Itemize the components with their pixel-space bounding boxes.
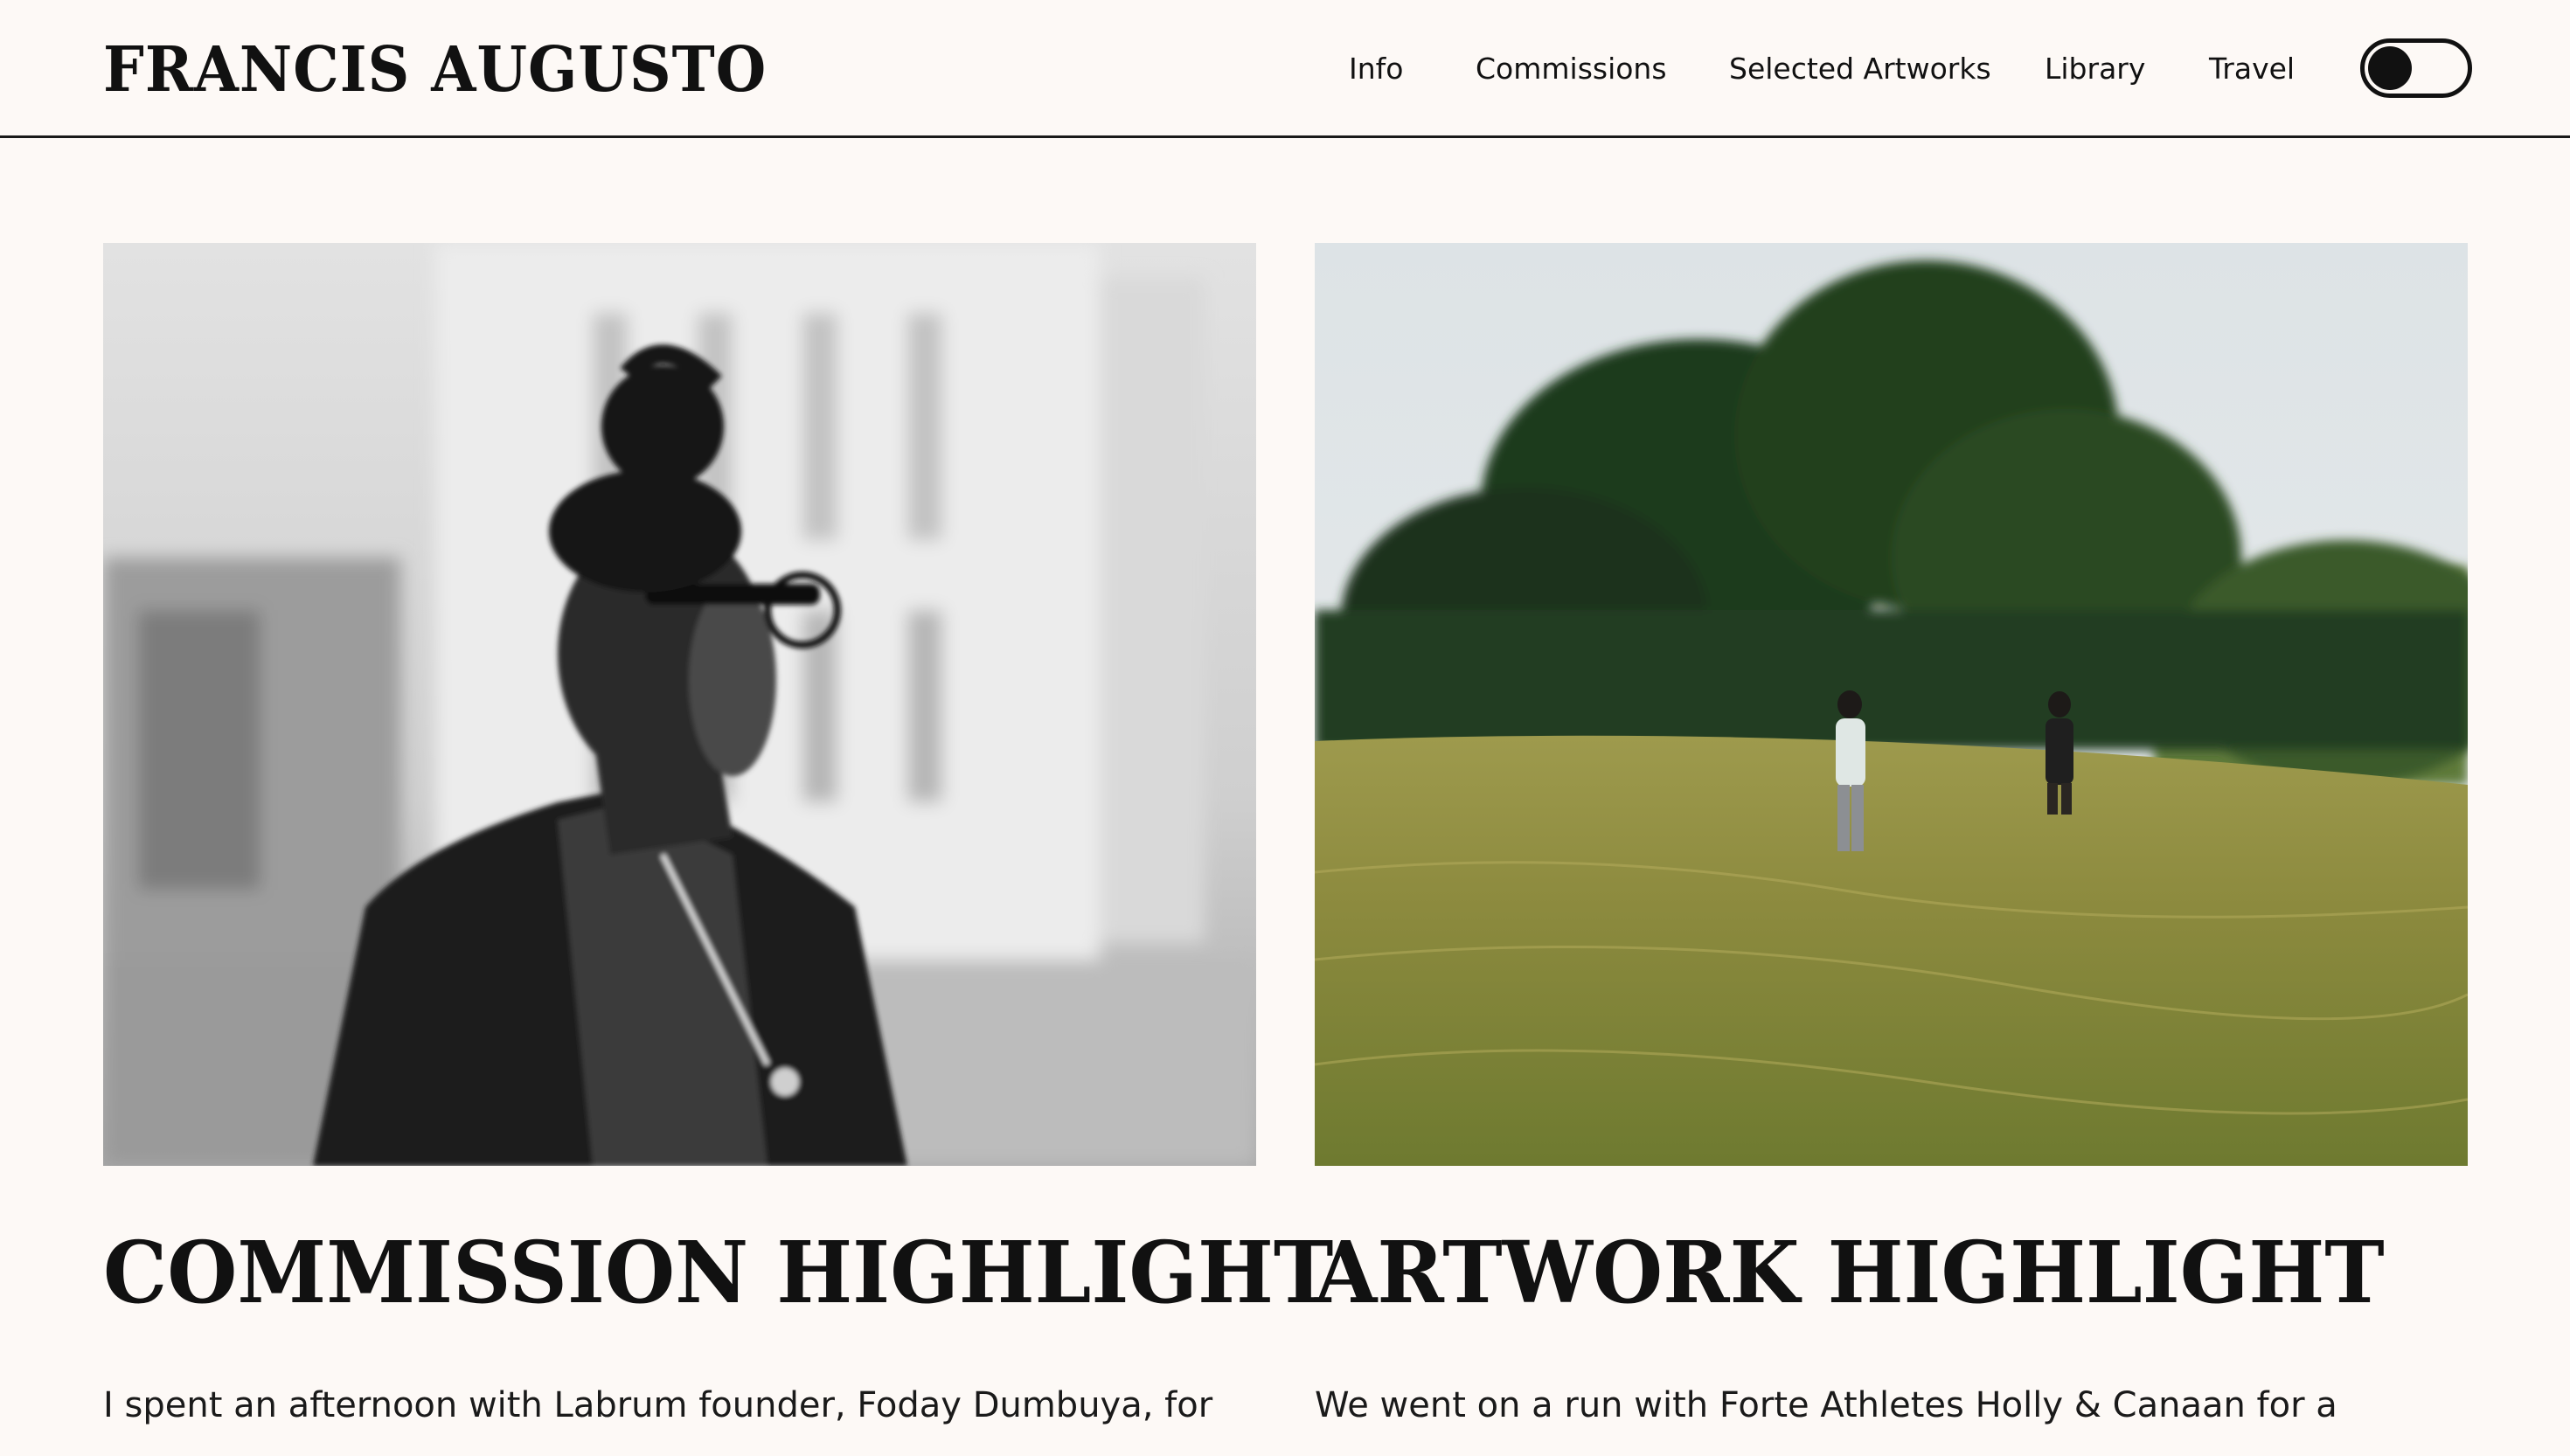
artwork-highlight-text: We went on a run with Forte Athletes Hol… — [1315, 1385, 2337, 1425]
nav-link-info[interactable]: Info — [1349, 40, 1403, 98]
commission-highlight-heading[interactable]: COMMISSION HIGHLIGHT — [103, 1224, 1333, 1321]
portrait-photo-icon — [103, 243, 1256, 1166]
page: FRANCIS AUGUSTO Info Commissions Selecte… — [0, 0, 2570, 1456]
commission-highlight-text: I spent an afternoon with Labrum founder… — [103, 1385, 1213, 1425]
nav-link-travel[interactable]: Travel — [2209, 40, 2295, 98]
artwork-highlight-card: ARTWORK HIGHLIGHT We went on a run with … — [1315, 243, 2468, 1425]
main-nav: Info Commissions Selected Artworks Libra… — [0, 40, 2570, 98]
toggle-knob-icon — [2368, 46, 2412, 90]
artwork-highlight-image[interactable] — [1315, 243, 2468, 1166]
commission-highlight-card: COMMISSION HIGHLIGHT I spent an afternoo… — [103, 243, 1333, 1425]
nav-link-selected-artworks[interactable]: Selected Artworks — [1729, 40, 1991, 98]
artwork-highlight-heading[interactable]: ARTWORK HIGHLIGHT — [1315, 1224, 2385, 1321]
theme-toggle-switch[interactable] — [2360, 38, 2472, 98]
site-header: FRANCIS AUGUSTO Info Commissions Selecte… — [0, 0, 2570, 138]
landscape-photo-icon — [1315, 243, 2468, 1166]
nav-link-library[interactable]: Library — [2045, 40, 2145, 98]
nav-link-commissions[interactable]: Commissions — [1476, 40, 1667, 98]
commission-highlight-image[interactable] — [103, 243, 1256, 1166]
